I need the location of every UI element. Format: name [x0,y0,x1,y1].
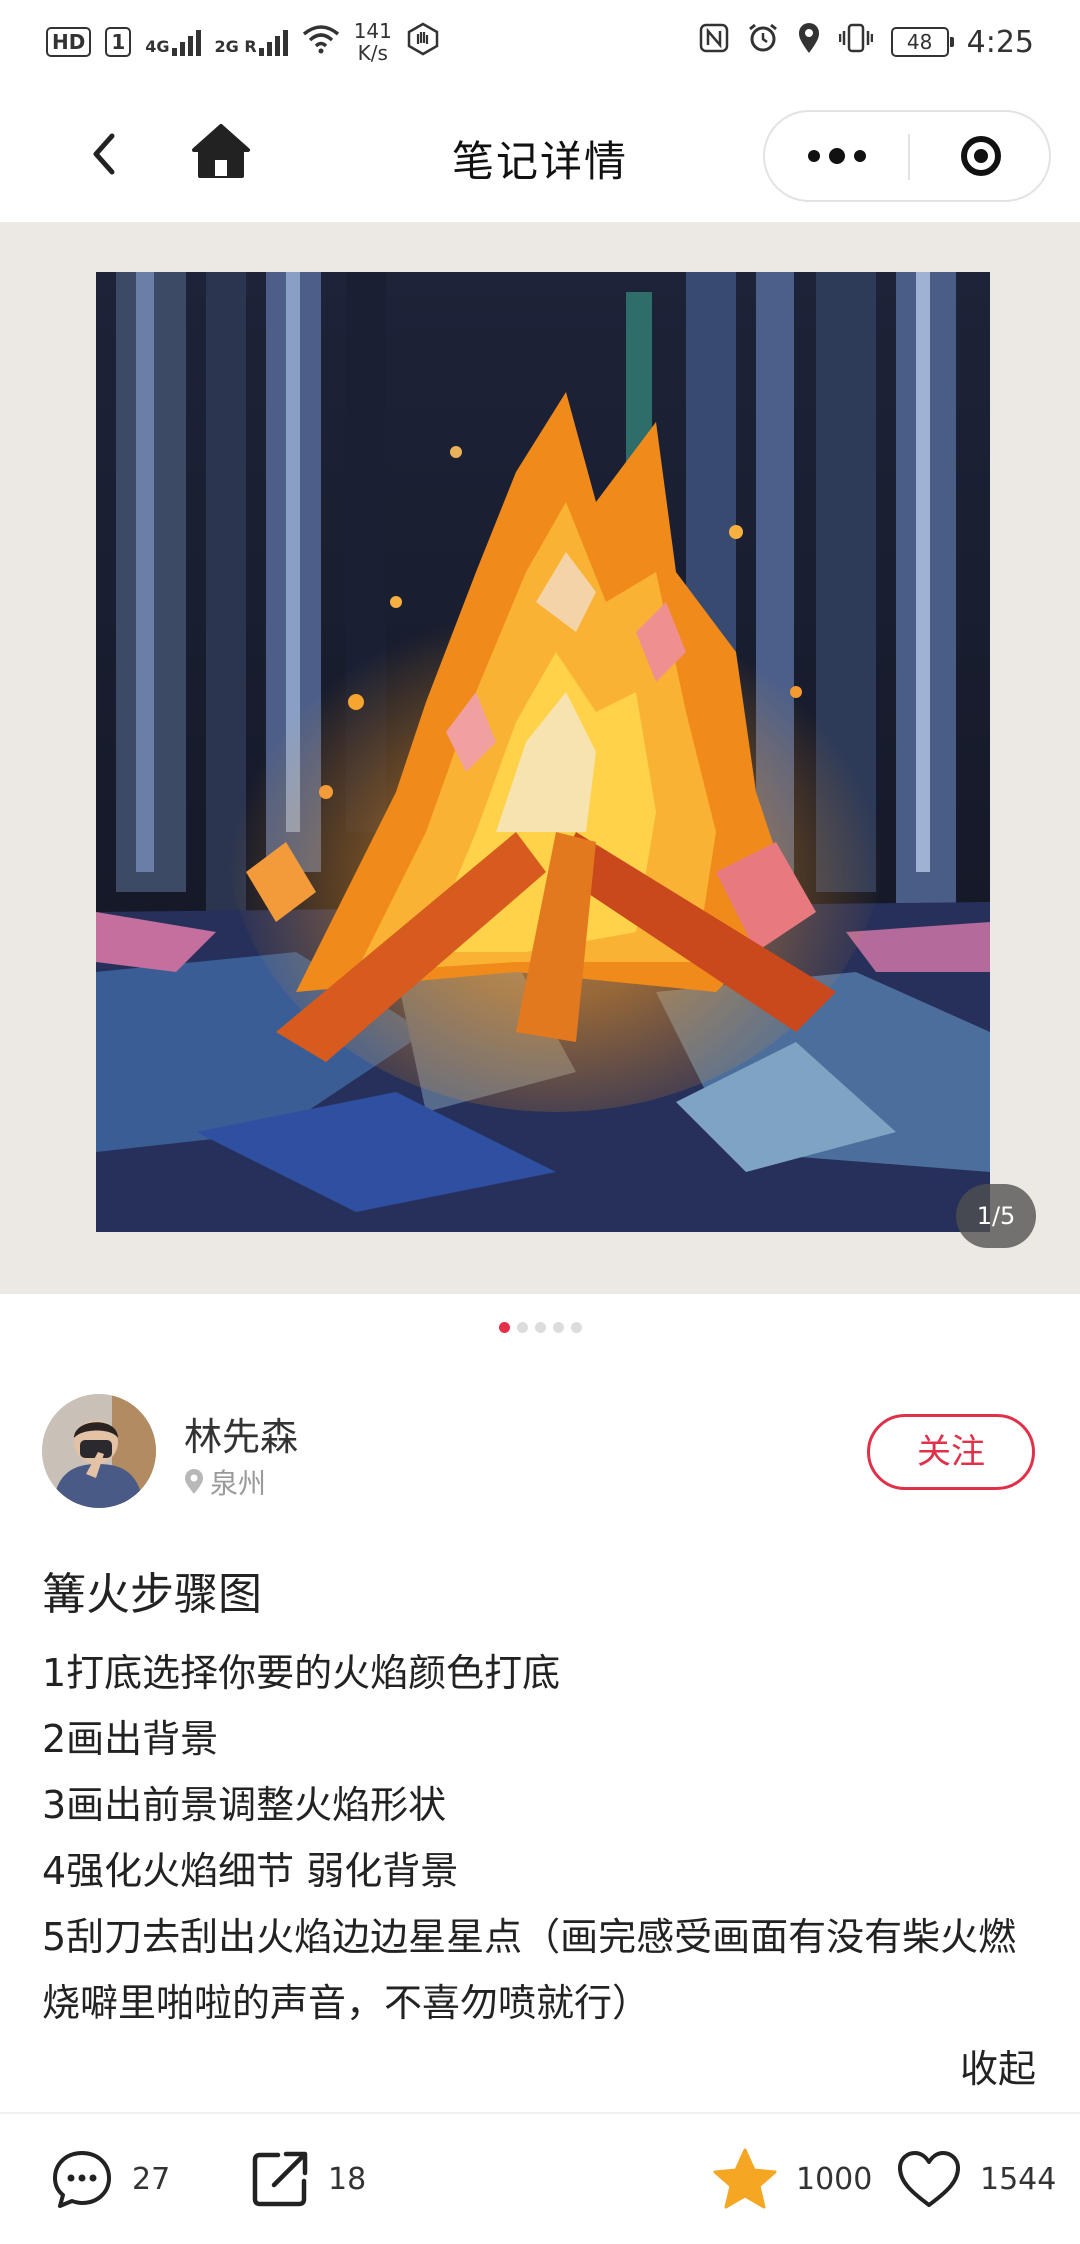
status-left: HD 1 4G 2G R 141 K/s [46,20,440,64]
clock: 4:25 [966,24,1034,60]
net-speed-unit: K/s [357,41,388,65]
pagination-dot[interactable] [534,1322,546,1333]
wifi-icon [302,24,340,60]
net-speed: 141 K/s [354,20,392,64]
target-icon [960,136,1001,176]
campfire-painting-image [96,272,990,1232]
battery-indicator: 48 [890,27,954,57]
status-bar: HD 1 4G 2G R 141 K/s 48 4:25 [0,0,1080,86]
comment-button[interactable]: 27 [50,2144,170,2214]
nfc-icon [699,23,729,61]
author-avatar[interactable] [42,1394,156,1508]
vibrate-icon [838,22,873,62]
pagination-dot[interactable] [516,1322,528,1333]
net-speed-value: 141 [353,19,392,43]
note-line: 2画出背景 [42,1717,219,1761]
favorite-button[interactable]: 1000 [712,2144,872,2214]
follow-button[interactable]: 关注 [867,1414,1035,1490]
comment-icon [53,2151,111,2208]
collapse-button[interactable]: 收起 [960,2038,1036,2093]
note-body: 1打底选择你要的火焰颜色打底 2画出背景 3画出前景调整火焰形状 4强化火焰细节… [42,1640,1052,2036]
note-line: 3画出前景调整火焰形状 [42,1783,447,1827]
comment-count: 27 [132,2161,171,2197]
like-count: 1544 [980,2161,1057,2197]
hd-badge: HD [46,27,92,57]
like-button[interactable]: 1544 [896,2144,1056,2214]
signal-2-label: 2G R [214,37,257,56]
favorite-count: 1000 [796,2161,873,2197]
pagination-dot[interactable] [570,1322,582,1333]
gallery-pagination [0,1322,1080,1333]
pagination-dot[interactable] [552,1322,564,1333]
location-text: 泉州 [210,1467,267,1500]
more-dot-icon [807,150,820,162]
nav-bar: 笔记详情 [0,86,1080,222]
note-line: 1打底选择你要的火焰颜色打底 [42,1651,561,1695]
signal-2-icon: 2G R [215,28,288,56]
note-title: 篝火步骤图 [42,1569,262,1620]
miniprogram-capsule [763,110,1051,202]
note-line: 4强化火焰细节 弱化背景 [42,1849,459,1893]
share-button[interactable]: 18 [250,2144,366,2214]
signal-1-icon: 4G [145,28,201,56]
star-icon [713,2148,777,2209]
close-miniprogram-button[interactable] [910,112,1051,200]
bottom-action-bar: 27 18 1000 1544 [0,2114,1080,2244]
share-count: 18 [328,2161,367,2197]
note-line: 5刮刀去刮出火焰边边星星点（画完感受画面有没有柴火燃烧噼里啪啦的声音，不喜勿喷就… [42,1915,1017,2025]
image-counter: 1/5 [956,1184,1036,1248]
location-icon [797,22,821,62]
image-gallery[interactable]: 1/5 [0,222,1080,1294]
status-right: 48 4:25 [699,22,1034,62]
hand-shield-icon [406,22,440,62]
more-button[interactable] [765,112,908,200]
share-icon [252,2151,308,2207]
heart-icon [898,2151,960,2207]
signal-1-label: 4G [145,37,170,56]
author-location: 泉州 [184,1462,266,1502]
more-dot-icon [828,148,845,164]
author-name[interactable]: 林先森 [184,1406,298,1461]
alarm-icon [747,22,779,62]
sim-badge: 1 [105,27,132,57]
more-dot-icon [853,150,866,162]
pagination-dot[interactable] [498,1322,510,1333]
avatar-image [42,1394,156,1508]
location-pin-icon [185,1469,203,1494]
